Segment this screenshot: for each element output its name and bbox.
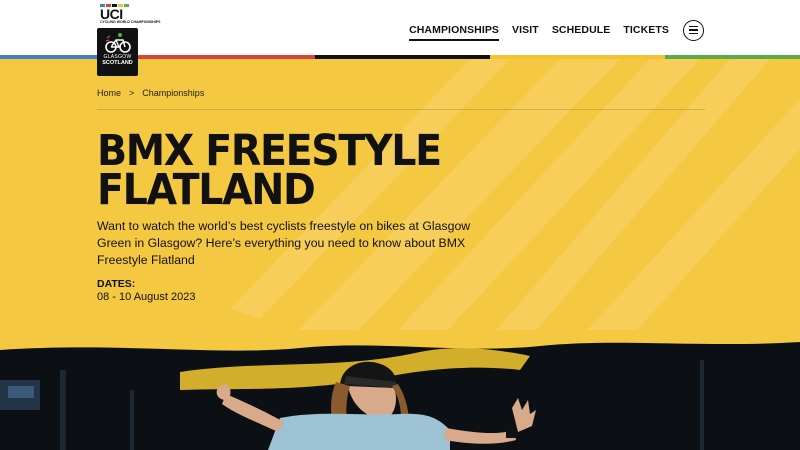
glasgow-scotland-logo[interactable]: GLASGOW SCOTLAND bbox=[97, 28, 138, 76]
nav-championships[interactable]: CHAMPIONSHIPS bbox=[409, 24, 500, 41]
dates-label: DATES: bbox=[97, 278, 136, 290]
dates-value: 08 - 10 August 2023 bbox=[97, 291, 196, 303]
breadcrumb-home[interactable]: Home bbox=[97, 88, 121, 98]
breadcrumb-current[interactable]: Championships bbox=[142, 88, 204, 98]
hero-photo bbox=[0, 330, 800, 450]
uci-brand-subtitle: CYCLING WORLD CHAMPIONSHIPS bbox=[100, 20, 161, 24]
breadcrumb: Home > Championships bbox=[97, 88, 204, 98]
nav-schedule[interactable]: SCHEDULE bbox=[552, 24, 611, 36]
uci-brand-text: UCI bbox=[100, 6, 123, 22]
logo-line-2: SCOTLAND bbox=[102, 60, 133, 66]
nav-visit[interactable]: VISIT bbox=[512, 24, 539, 36]
hamburger-menu-icon[interactable] bbox=[683, 19, 704, 41]
cyclist-icon bbox=[104, 33, 131, 53]
page-title: BMX FREESTYLE FLATLAND bbox=[97, 130, 442, 215]
main-nav: CHAMPIONSHIPS VISIT SCHEDULE TICKETS bbox=[409, 19, 704, 41]
nav-tickets[interactable]: TICKETS bbox=[623, 24, 669, 36]
intro-text: Want to watch the world’s best cyclists … bbox=[97, 219, 471, 267]
bmx-rider-image bbox=[0, 330, 800, 450]
chevron-right-icon: > bbox=[129, 88, 135, 98]
title-line-2: FLATLAND bbox=[97, 165, 316, 215]
uci-logo[interactable]: UCI CYCLING WORLD CHAMPIONSHIPS bbox=[100, 4, 161, 26]
divider bbox=[97, 109, 705, 110]
